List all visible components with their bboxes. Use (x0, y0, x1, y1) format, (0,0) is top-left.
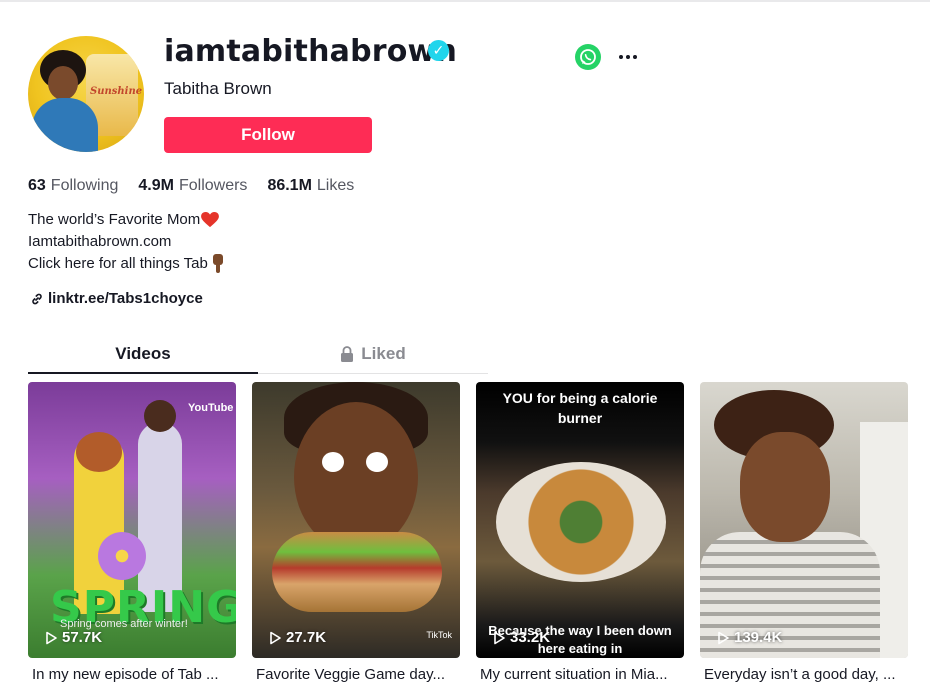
view-count: 139.4K (716, 629, 782, 646)
bio: The world’s Favorite Mom Iamtabithabrown… (28, 209, 225, 275)
avatar-jar-label: Sunshine (90, 86, 143, 97)
video-figure-face (740, 432, 830, 542)
video-overlay-top-text: YOU for being a calorie burner (502, 390, 658, 426)
video-figure-head (76, 432, 122, 472)
stat-likes: 86.1M Likes (267, 175, 354, 197)
play-icon (494, 631, 505, 644)
tab-liked-label: Liked (361, 344, 406, 363)
view-count: 57.7K (44, 629, 102, 646)
heart-emoji-icon (201, 212, 220, 228)
video-figure-head (144, 400, 176, 432)
view-count-text: 57.7K (62, 629, 103, 646)
likes-count: 86.1M (267, 177, 312, 194)
play-icon (270, 631, 281, 644)
view-count: 33.2K (492, 629, 550, 646)
stat-following[interactable]: 63 Following (28, 175, 118, 197)
stats-row: 63 Following 4.9M Followers 86.1M Likes (28, 175, 374, 197)
avatar-face (48, 66, 78, 100)
view-count: 27.7K (268, 629, 326, 646)
video-caption[interactable]: In my new episode of Tab ... (32, 665, 240, 685)
tab-liked[interactable]: Liked (258, 340, 488, 374)
video-card[interactable]: YouTube SPRING Spring comes after winter… (28, 382, 236, 658)
followers-count: 4.9M (138, 177, 174, 194)
video-figure-eye (322, 452, 344, 472)
food-plate-image (496, 462, 666, 582)
followers-label: Followers (178, 177, 248, 194)
following-label: Following (50, 177, 119, 194)
bio-line-1: The world’s Favorite Mom (28, 211, 201, 228)
video-card[interactable]: YOU for being a calorie burner Because t… (476, 382, 684, 658)
more-options-icon[interactable] (615, 44, 641, 70)
bio-line-3: Click here for all things Tab (28, 255, 208, 272)
youtube-badge: YouTube (188, 402, 234, 414)
top-divider (0, 0, 930, 2)
view-count-text: 33.2K (510, 629, 551, 646)
sandwich-image (272, 532, 442, 612)
view-count-text: 27.7K (286, 629, 327, 646)
video-figure-eye (366, 452, 388, 472)
play-icon (46, 631, 57, 644)
video-caption[interactable]: My current situation in Mia... (480, 665, 688, 685)
whatsapp-icon[interactable] (575, 44, 601, 70)
tab-videos-label: Videos (115, 344, 171, 363)
lock-icon (341, 346, 354, 362)
profile-tabs: Videos Liked (28, 340, 488, 374)
flower-decoration (98, 532, 146, 580)
tiktok-watermark: TikTok (426, 630, 452, 640)
likes-label: Likes (316, 177, 355, 194)
video-caption[interactable]: Everyday isn’t a good day, ... (704, 665, 912, 685)
video-figure-face (294, 402, 418, 552)
video-card[interactable]: TikTok 27.7K (252, 382, 460, 658)
nickname: Tabitha Brown (164, 79, 272, 98)
stat-followers[interactable]: 4.9M Followers (138, 175, 247, 197)
follow-button[interactable]: Follow (164, 117, 372, 153)
bio-line-2: Iamtabithabrown.com (28, 233, 172, 250)
pointing-down-emoji-icon (212, 254, 223, 273)
view-count-text: 139.4K (734, 629, 783, 646)
avatar-body (32, 98, 98, 152)
tab-videos[interactable]: Videos (28, 340, 258, 374)
profile-link[interactable]: linktr.ee/Tabs1choyce (30, 290, 203, 307)
link-icon (32, 293, 42, 304)
video-caption[interactable]: Favorite Veggie Game day... (256, 665, 464, 685)
active-tab-underline (28, 372, 258, 374)
profile-link-text: linktr.ee/Tabs1choyce (48, 290, 203, 307)
username: iamtabithabrown (164, 34, 458, 69)
following-count: 63 (28, 177, 46, 194)
avatar[interactable]: Sunshine (28, 36, 144, 152)
play-icon (718, 631, 729, 644)
video-card[interactable]: 139.4K (700, 382, 908, 658)
verified-badge-icon: ✓ (428, 40, 449, 61)
